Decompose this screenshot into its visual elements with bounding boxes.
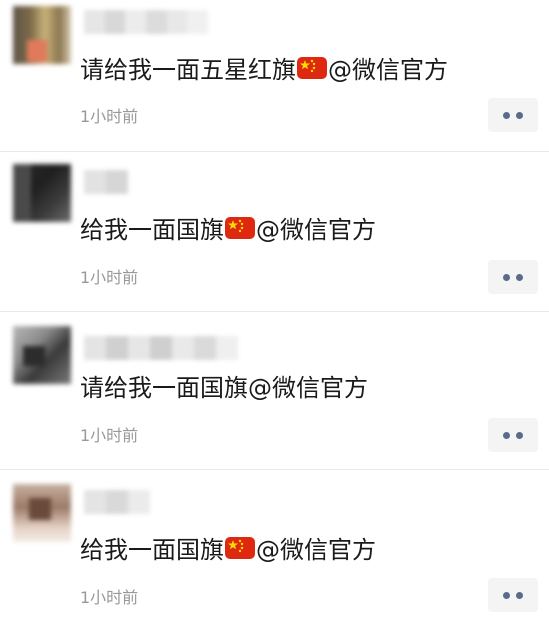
moment-post: 给我一面国旗 @微信官方 1小时前 — [0, 152, 549, 312]
post-text: 请给我一面五星红旗 — [80, 56, 296, 84]
post-time: 1小时前 — [80, 107, 139, 126]
ellipsis-icon — [503, 273, 510, 281]
moment-post: 请给我一面五星红旗 @微信官方 1小时前 — [0, 0, 549, 152]
ellipsis-icon — [516, 273, 523, 281]
mention-link[interactable]: @微信官方 — [248, 368, 368, 403]
post-time: 1小时前 — [80, 426, 139, 445]
nickname-blurred[interactable] — [84, 490, 160, 514]
avatar[interactable] — [13, 6, 71, 64]
avatar[interactable] — [13, 326, 71, 384]
post-content: 请给我一面国旗 @微信官方 — [80, 368, 368, 403]
post-time: 1小时前 — [80, 268, 139, 287]
china-flag-icon — [225, 216, 255, 239]
moment-post: 给我一面国旗 @微信官方 1小时前 — [0, 470, 549, 620]
avatar[interactable] — [13, 164, 71, 222]
moments-feed: 请给我一面五星红旗 @微信官方 1小时前 给我一面国旗 @微信官方 1小时前 请… — [0, 0, 549, 620]
ellipsis-icon — [516, 431, 523, 439]
ellipsis-icon — [516, 591, 523, 599]
nickname-blurred[interactable] — [84, 170, 134, 194]
post-text: 给我一面国旗 — [80, 216, 224, 244]
mention-link[interactable]: @微信官方 — [328, 50, 448, 85]
china-flag-icon — [297, 56, 327, 79]
avatar[interactable] — [13, 484, 71, 542]
post-content: 给我一面国旗 @微信官方 — [80, 210, 376, 245]
more-actions-button[interactable] — [488, 98, 538, 132]
post-content: 给我一面国旗 @微信官方 — [80, 530, 376, 565]
more-actions-button[interactable] — [488, 578, 538, 612]
more-actions-button[interactable] — [488, 260, 538, 294]
post-text: 请给我一面国旗 — [80, 374, 248, 402]
ellipsis-icon — [503, 111, 510, 119]
post-time: 1小时前 — [80, 588, 139, 607]
ellipsis-icon — [503, 591, 510, 599]
china-flag-icon — [225, 536, 255, 559]
more-actions-button[interactable] — [488, 418, 538, 452]
nickname-blurred[interactable] — [84, 10, 209, 34]
ellipsis-icon — [516, 111, 523, 119]
moment-post: 请给我一面国旗 @微信官方 1小时前 — [0, 312, 549, 470]
post-text: 给我一面国旗 — [80, 536, 224, 564]
post-content: 请给我一面五星红旗 @微信官方 — [80, 50, 448, 85]
mention-link[interactable]: @微信官方 — [256, 530, 376, 565]
mention-link[interactable]: @微信官方 — [256, 210, 376, 245]
nickname-blurred[interactable] — [84, 336, 244, 360]
ellipsis-icon — [503, 431, 510, 439]
